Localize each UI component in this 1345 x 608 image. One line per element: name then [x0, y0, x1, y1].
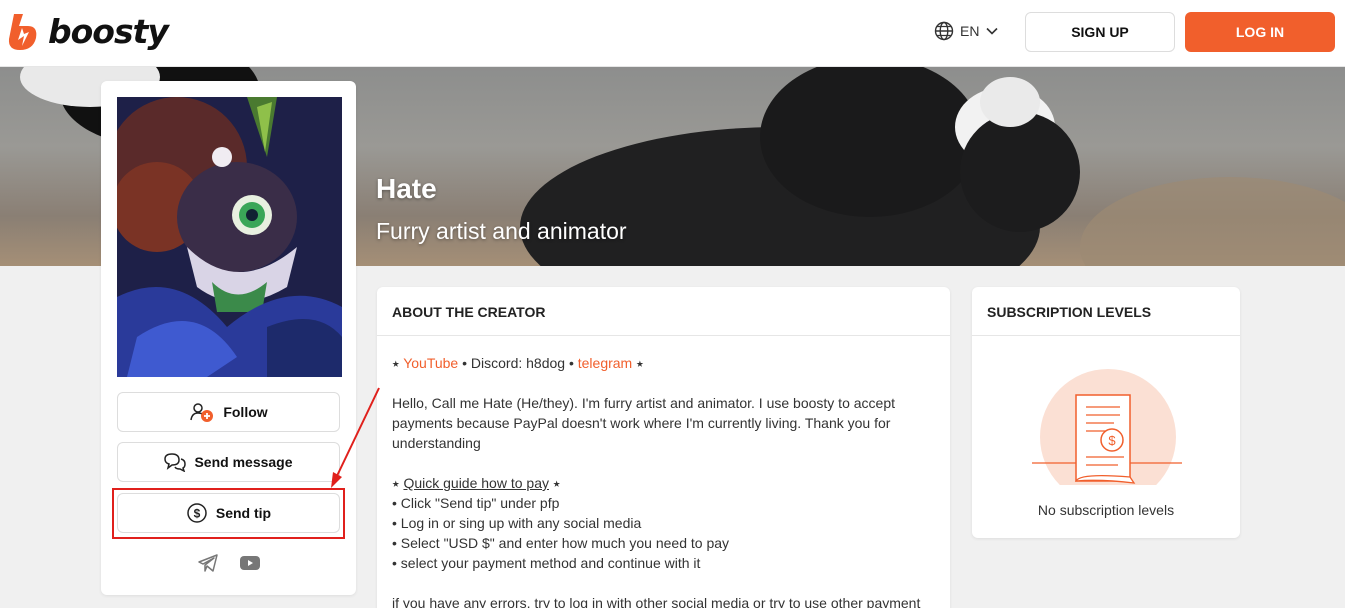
contact-links-line: ⭑ YouTube • Discord: h8dog • telegram ⭑: [392, 353, 935, 373]
star-glyph: ⭑: [392, 355, 404, 371]
boosty-logo-icon: [8, 14, 37, 50]
youtube-link[interactable]: YouTube: [403, 355, 458, 371]
guide-step: • select your payment method and continu…: [392, 555, 701, 571]
about-body: ⭑ YouTube • Discord: h8dog • telegram ⭑ …: [377, 336, 950, 608]
top-header: boosty EN SIGN UP LOG IN: [0, 0, 1345, 67]
about-title: ABOUT THE CREATOR: [377, 287, 950, 336]
language-label: EN: [960, 23, 980, 39]
no-subscriptions-text: No subscription levels: [1037, 502, 1175, 518]
telegram-icon[interactable]: [197, 553, 219, 573]
log-in-button[interactable]: LOG IN: [1185, 12, 1335, 52]
star-glyph: ⭑: [392, 475, 404, 491]
sign-up-button[interactable]: SIGN UP: [1025, 12, 1175, 52]
language-selector[interactable]: EN: [934, 21, 999, 41]
guide-title: Quick guide how to pay: [403, 475, 549, 491]
social-links: [101, 553, 356, 573]
guide-step: • Click "Send tip" under pfp: [392, 495, 560, 511]
boosty-logo[interactable]: boosty: [6, 12, 169, 52]
telegram-link[interactable]: telegram: [578, 355, 632, 371]
send-tip-highlight-box: [112, 488, 345, 539]
intro-paragraph: Hello, Call me Hate (He/they). I'm furry…: [392, 395, 895, 451]
subscription-title: SUBSCRIPTION LEVELS: [972, 287, 1240, 336]
empty-receipt-illustration: $: [1032, 369, 1182, 485]
add-user-icon: [190, 403, 214, 422]
chevron-down-icon: [986, 27, 999, 35]
about-creator-card: ABOUT THE CREATOR ⭑ YouTube • Discord: h…: [377, 287, 950, 608]
creator-avatar[interactable]: [117, 97, 342, 377]
subscription-levels-card: SUBSCRIPTION LEVELS $ No subscription le…: [972, 287, 1240, 538]
star-glyph: ⭑: [632, 355, 644, 371]
discord-text: • Discord: h8dog •: [458, 355, 578, 371]
guide-step: • Select "USD $" and enter how much you …: [392, 535, 730, 551]
avatar-artwork: [117, 97, 342, 377]
creator-name: Hate: [376, 173, 437, 204]
send-message-label: Send message: [194, 454, 293, 470]
follow-button[interactable]: Follow: [117, 392, 340, 432]
guide-heading: ⭑ Quick guide how to pay ⭑: [392, 473, 935, 493]
youtube-icon[interactable]: [239, 553, 261, 573]
follow-label: Follow: [223, 404, 268, 420]
svg-text:$: $: [1108, 433, 1116, 448]
errors-note: if you have any errors, try to log in wi…: [392, 595, 921, 608]
send-message-button[interactable]: Send message: [117, 442, 340, 482]
globe-icon: [934, 21, 954, 41]
creator-tagline: Furry artist and animator: [376, 218, 627, 244]
star-glyph: ⭑: [548, 475, 561, 491]
chat-bubbles-icon: [164, 453, 187, 472]
boosty-wordmark: boosty: [48, 12, 169, 51]
guide-step: • Log in or sing up with any social medi…: [392, 515, 642, 531]
